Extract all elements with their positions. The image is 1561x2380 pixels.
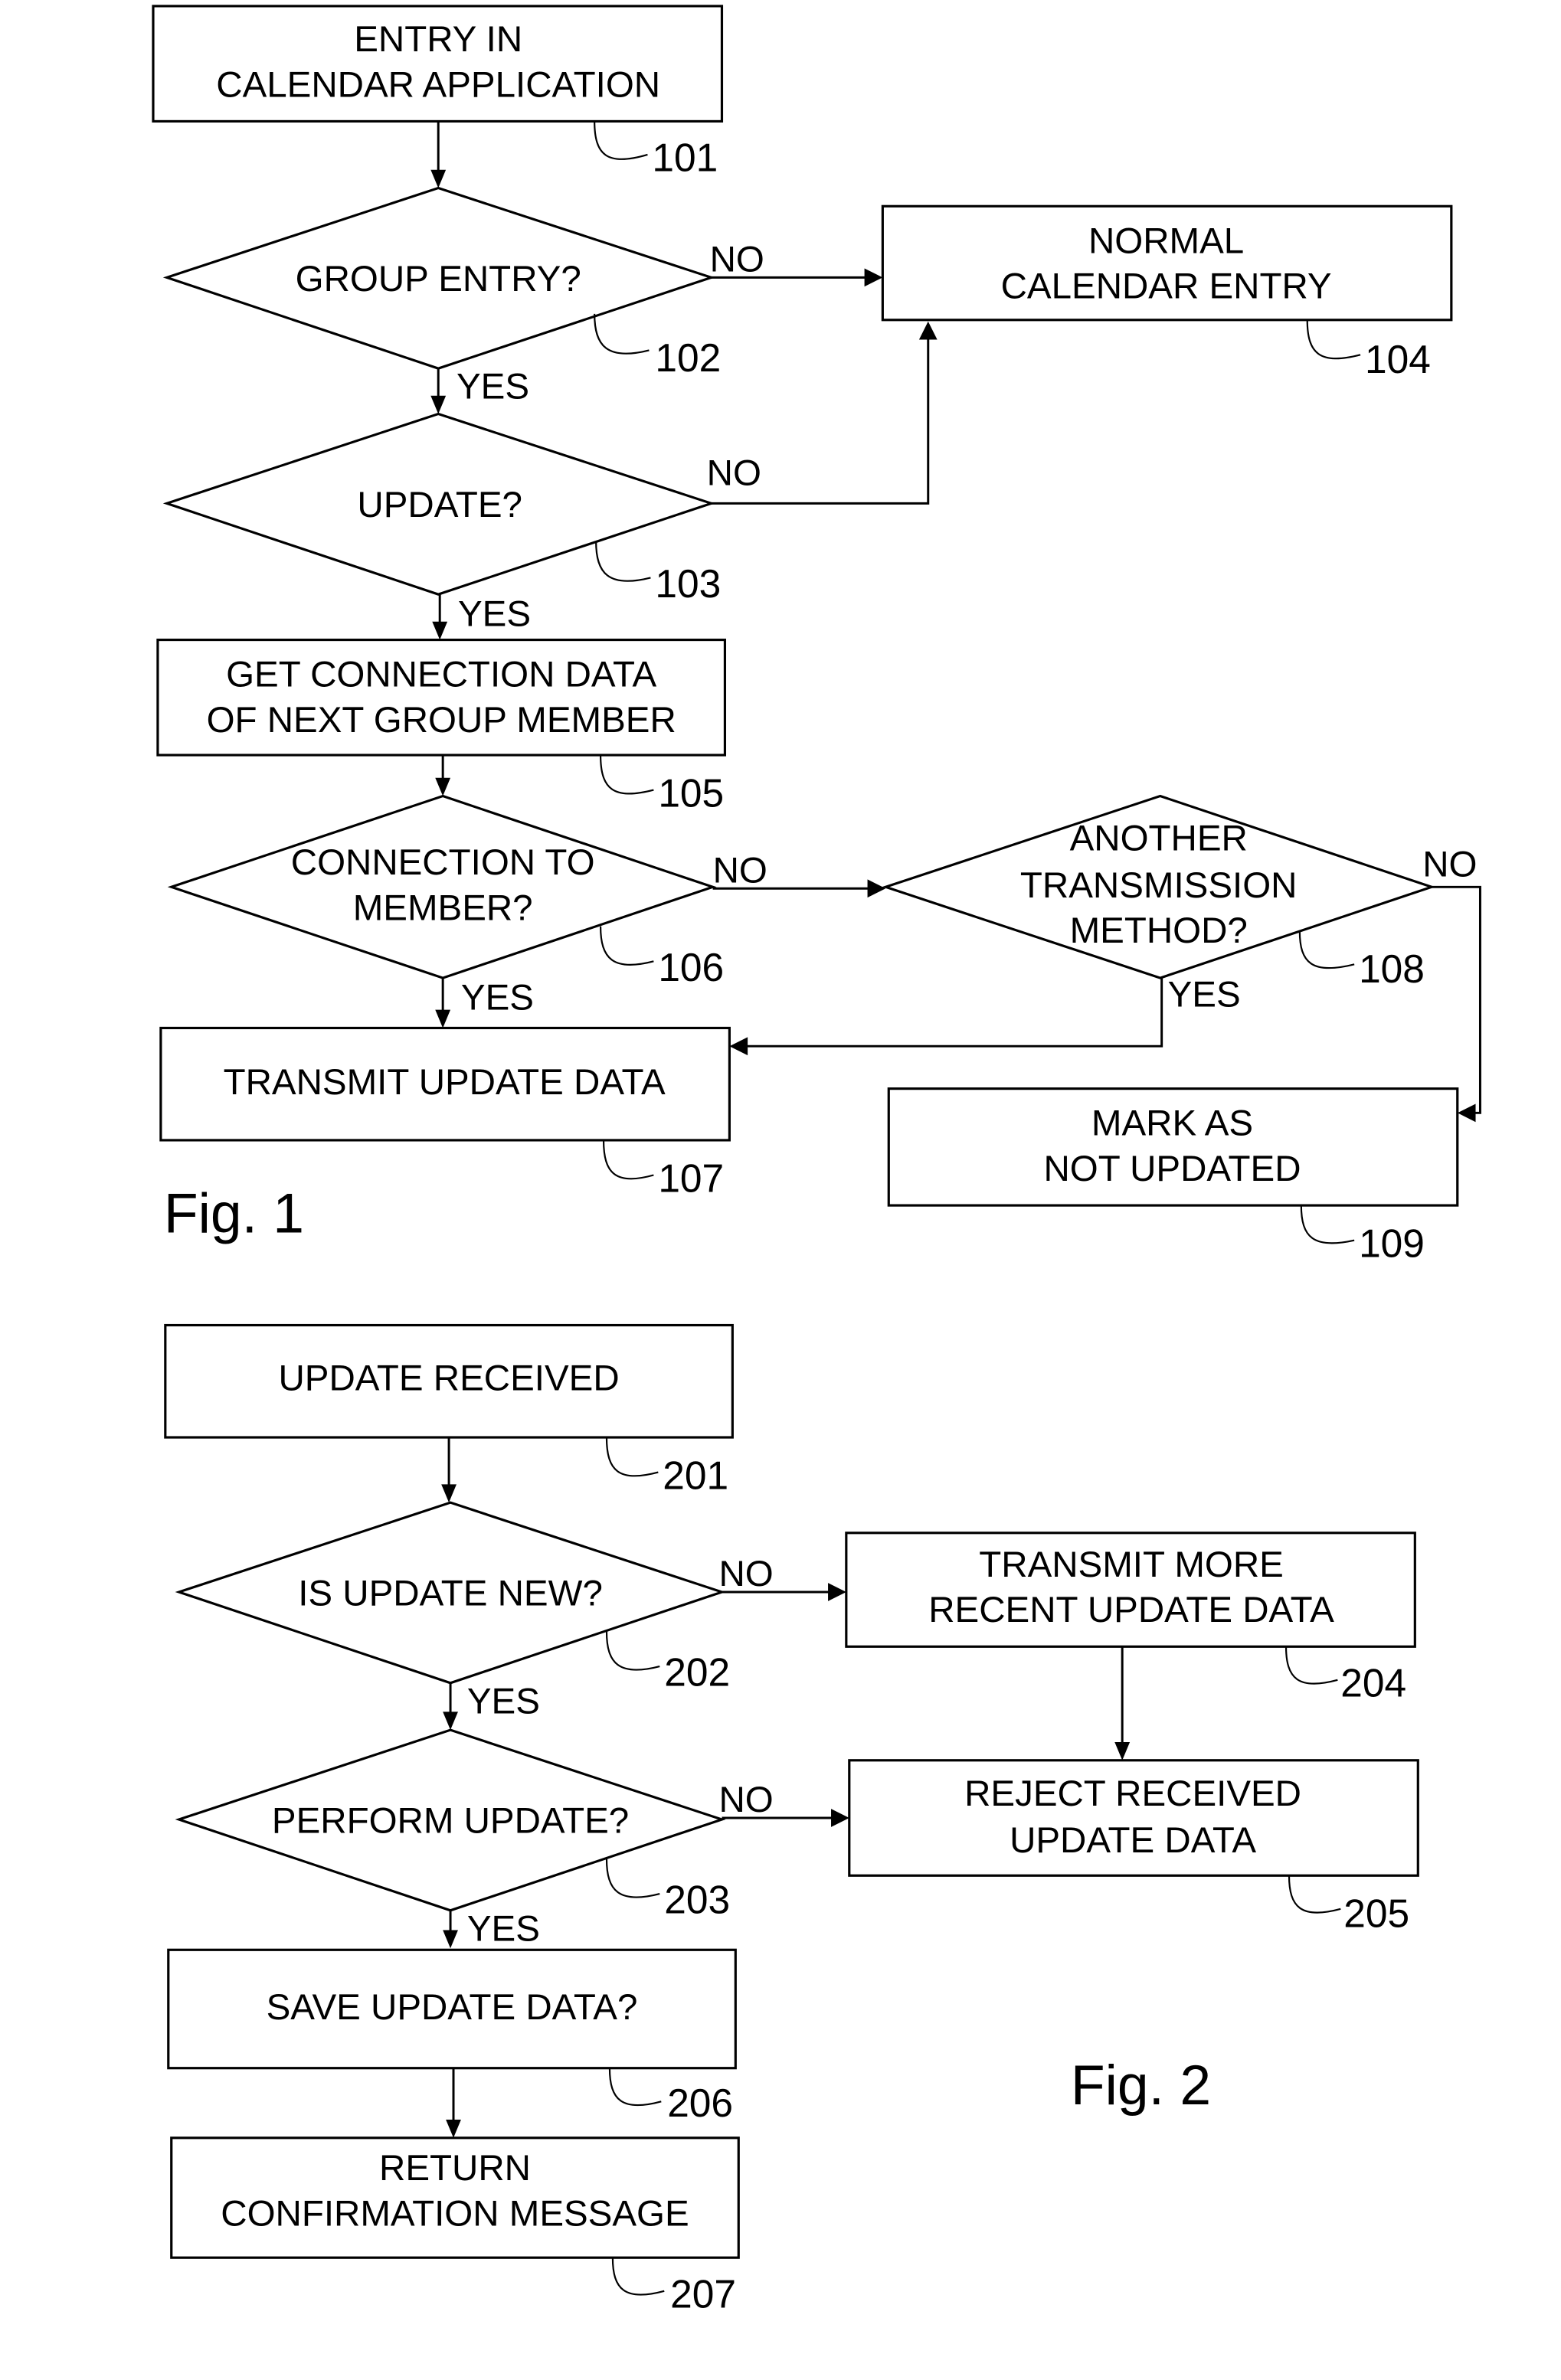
ref-number: 101 [652,136,718,180]
node-204-transmit-more-recent-update-data: TRANSMIT MORE RECENT UPDATE DATA [845,1532,1416,1648]
node-text-line: TRANSMIT UPDATE DATA [224,1062,666,1103]
figure-1-label: Fig. 1 [164,1182,304,1245]
edge-label-yes: YES [467,1681,540,1721]
node-text-line: SAVE UPDATE DATA? [267,1987,638,2028]
ref-number: 207 [670,2272,736,2316]
node-201-update-received: UPDATE RECEIVED [164,1323,734,1439]
node-text-line: PERFORM UPDATE? [272,1800,629,1841]
edge-label-yes: YES [458,594,531,635]
ref-number: 107 [658,1156,724,1200]
node-text-line: MEMBER? [353,888,533,929]
node-206-save-update-data: SAVE UPDATE DATA? [167,1948,737,2070]
node-text-line: METHOD? [1070,910,1248,951]
node-text-line: ANOTHER [1070,818,1248,858]
node-text-line: IS UPDATE NEW? [298,1573,603,1613]
node-207-return-confirmation-message: RETURN CONFIRMATION MESSAGE [170,2136,740,2259]
ref-number: 108 [1359,946,1425,991]
node-text-line: MARK AS [1091,1103,1253,1144]
node-text-line: CALENDAR APPLICATION [216,64,660,105]
ref-number: 106 [658,945,724,989]
edge-label-no: NO [719,1554,774,1594]
node-101-entry-in-calendar-application: ENTRY IN CALENDAR APPLICATION [152,5,724,123]
ref-number: 103 [655,561,721,606]
node-104-normal-calendar-entry: NORMAL CALENDAR ENTRY [881,204,1453,322]
edge-label-yes: YES [467,1908,540,1949]
figure-2-label: Fig. 2 [1071,2054,1211,2117]
node-text-line: CONFIRMATION MESSAGE [221,2193,689,2234]
node-text-line: GET CONNECTION DATA [226,655,656,695]
node-text-line: RECENT UPDATE DATA [928,1590,1334,1630]
node-109-mark-as-not-updated: MARK AS NOT UPDATED [887,1087,1459,1207]
node-text-line: CONNECTION TO [291,842,595,883]
node-text-line: NORMAL [1088,221,1244,261]
node-text-line: NOT UPDATED [1043,1149,1301,1189]
ref-number: 204 [1340,1661,1406,1705]
patent-flowchart-sheet: ENTRY IN CALENDAR APPLICATION 101 GROUP … [0,0,1561,2380]
ref-number: 105 [658,770,724,815]
edge-label-yes: YES [457,367,529,407]
ref-number: 109 [1359,1221,1425,1265]
ref-number: 201 [663,1453,728,1497]
node-text-line: TRANSMISSION [1020,865,1298,906]
edge-label-no: NO [710,239,764,280]
ref-number: 104 [1365,337,1431,381]
node-205-reject-received-update-data: REJECT RECEIVED UPDATE DATA [848,1759,1419,1877]
node-text-line: OF NEXT GROUP MEMBER [207,700,676,740]
edge-label-yes: YES [461,978,534,1018]
ref-number: 205 [1343,1891,1409,1936]
node-107-transmit-update-data: TRANSMIT UPDATE DATA [159,1026,731,1142]
node-105-get-connection-data: GET CONNECTION DATA OF NEXT GROUP MEMBER [156,638,727,757]
node-text-line: REJECT RECEIVED [964,1774,1301,1814]
ref-number: 206 [667,2081,733,2125]
edge-label-no: NO [713,850,767,891]
edge-label-no: NO [707,453,761,494]
node-text-line: UPDATE? [357,485,522,525]
node-text-line: CALENDAR ENTRY [1001,266,1332,307]
node-text-line: UPDATE RECEIVED [278,1358,619,1398]
ref-number: 203 [664,1878,730,1922]
node-text-line: GROUP ENTRY? [296,259,581,299]
node-text-line: UPDATE DATA [1010,1820,1256,1861]
ref-number: 202 [664,1650,730,1695]
node-text-line: RETURN [379,2148,531,2189]
node-text-line: ENTRY IN [354,19,522,60]
edge-label-yes: YES [1168,975,1241,1015]
node-text-line: TRANSMIT MORE [979,1545,1284,1585]
edge-label-no: NO [1422,844,1477,884]
edge-label-no: NO [719,1780,774,1820]
ref-number: 102 [655,335,721,380]
